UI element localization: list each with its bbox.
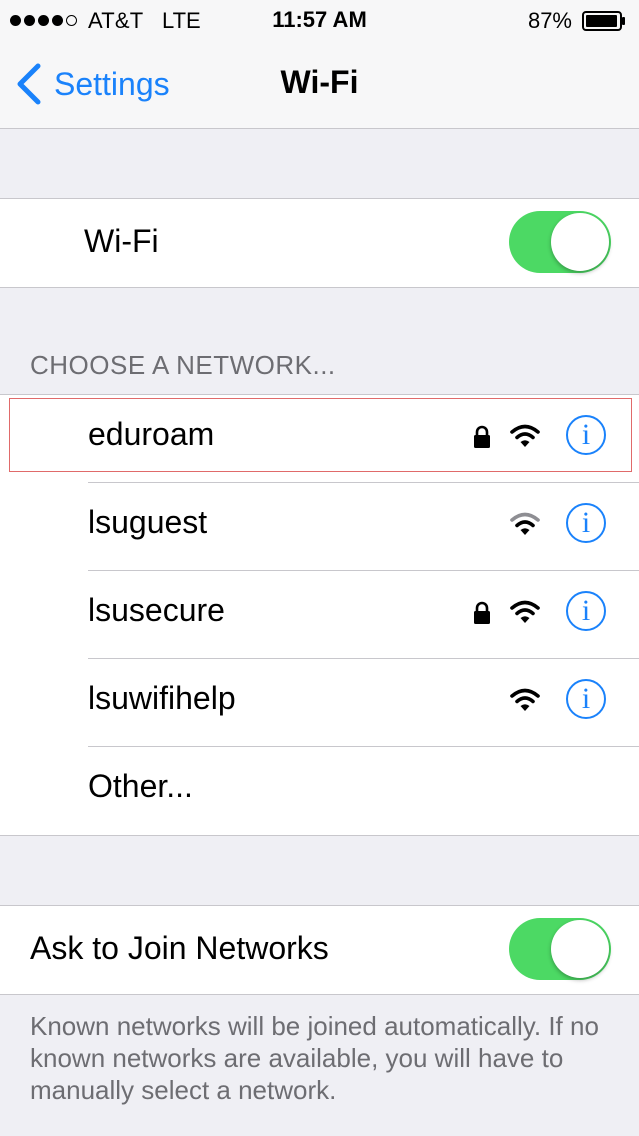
ask-to-join-cell: Ask to Join Networks xyxy=(0,906,639,994)
network-list: eduroam i lsuguest i lsusecure i lsuwifi… xyxy=(0,394,639,836)
info-icon[interactable]: i xyxy=(566,679,606,719)
page-title: Wi-Fi xyxy=(280,64,359,100)
lock-icon xyxy=(474,425,490,448)
toggle-knob xyxy=(551,920,609,978)
network-name: eduroam xyxy=(88,416,215,452)
wifi-toggle-cell: Wi-Fi xyxy=(0,199,639,287)
network-row-lsuwifihelp[interactable]: lsuwifihelp i xyxy=(0,659,639,747)
info-icon[interactable]: i xyxy=(566,415,606,455)
info-icon[interactable]: i xyxy=(566,503,606,543)
toggle-knob xyxy=(551,213,609,271)
network-row-lsusecure[interactable]: lsusecure i xyxy=(0,571,639,659)
wifi-icon xyxy=(510,512,540,535)
wifi-toggle-group: Wi-Fi xyxy=(0,198,639,288)
navigation-bar: Settings Wi-Fi xyxy=(0,40,639,129)
other-network-label: Other... xyxy=(88,768,193,804)
wifi-toggle-switch[interactable] xyxy=(509,211,611,273)
network-name: lsusecure xyxy=(88,592,225,628)
wifi-icon xyxy=(510,600,540,623)
ask-to-join-footer: Known networks will be joined automatica… xyxy=(30,1011,599,1105)
ask-to-join-toggle-switch[interactable] xyxy=(509,918,611,980)
network-row-other[interactable]: Other... xyxy=(0,747,639,835)
network-row-eduroam[interactable]: eduroam i xyxy=(0,395,639,483)
wifi-toggle-label: Wi-Fi xyxy=(84,223,159,259)
battery-icon xyxy=(582,11,625,31)
network-row-lsuguest[interactable]: lsuguest i xyxy=(0,483,639,571)
ask-to-join-label: Ask to Join Networks xyxy=(30,930,329,966)
wifi-icon xyxy=(510,424,540,447)
wifi-icon xyxy=(510,688,540,711)
network-name: lsuguest xyxy=(88,504,208,540)
info-icon[interactable]: i xyxy=(566,591,606,631)
section-header: CHOOSE A NETWORK... xyxy=(30,350,336,380)
ask-to-join-group: Ask to Join Networks xyxy=(0,905,639,995)
lock-icon xyxy=(474,601,490,624)
status-bar: AT&T LTE 11:57 AM 87% xyxy=(0,0,639,40)
battery-percent: 87% xyxy=(527,8,572,33)
network-name: lsuwifihelp xyxy=(88,680,236,716)
